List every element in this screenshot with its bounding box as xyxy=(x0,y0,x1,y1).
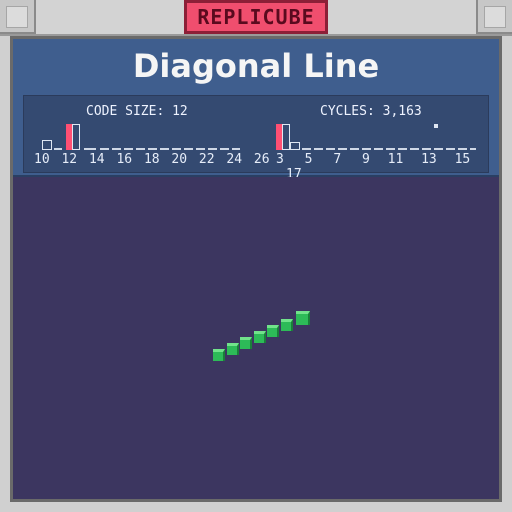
voxel-cube xyxy=(227,343,239,355)
tick-label: 18 xyxy=(143,152,160,167)
cycles-histogram xyxy=(270,122,480,150)
tick-label: 13 xyxy=(421,152,437,167)
code-size-histogram xyxy=(38,122,240,150)
voxel-cube xyxy=(267,325,279,337)
histogram-bar xyxy=(54,148,62,150)
histogram-baseline xyxy=(100,148,240,150)
code-size-axis: 10 12 14 16 18 20 22 24 26 xyxy=(34,152,270,167)
level-title: Diagonal Line xyxy=(132,47,380,85)
voxel-cube xyxy=(254,331,266,343)
histogram-bar xyxy=(282,124,290,150)
voxel-board[interactable] xyxy=(13,177,499,499)
tick-label: 26 xyxy=(253,152,270,167)
tick-label: 14 xyxy=(88,152,105,167)
tick-label: 20 xyxy=(171,152,188,167)
tick-label: 7 xyxy=(333,152,342,167)
histogram-bar xyxy=(290,142,300,150)
stats-panel: CODE SIZE: 12 10 12 14 16 18 20 22 24 26… xyxy=(23,95,489,182)
square-icon xyxy=(6,6,28,28)
histogram-baseline xyxy=(302,148,476,150)
app-title: REPLICUBE xyxy=(184,0,328,34)
voxel-cube xyxy=(240,337,252,349)
tick-label: 3 xyxy=(276,152,284,167)
histogram-bar xyxy=(72,124,80,150)
tick-label: 22 xyxy=(198,152,215,167)
window-control-left[interactable] xyxy=(0,0,36,34)
game-frame: REPLICUBE Diagonal Line CODE SIZE: 12 10 xyxy=(0,0,512,512)
tick-label: 10 xyxy=(34,152,50,167)
tick-label: 12 xyxy=(61,152,78,167)
tick-label: 5 xyxy=(304,152,313,167)
top-bar: REPLICUBE xyxy=(0,0,512,36)
code-size-label: CODE SIZE: 12 xyxy=(86,104,188,119)
left-bezel xyxy=(0,36,10,502)
histogram-bar xyxy=(42,140,52,150)
window-control-right[interactable] xyxy=(476,0,512,34)
voxel-cube xyxy=(281,319,293,331)
tick-label: 9 xyxy=(361,152,370,167)
voxel-cube xyxy=(213,349,225,361)
voxel-cube xyxy=(296,311,310,325)
tick-label: 16 xyxy=(116,152,133,167)
bottom-bezel xyxy=(0,502,512,512)
square-icon xyxy=(484,6,506,28)
level-header: Diagonal Line CODE SIZE: 12 10 12 14 16 xyxy=(13,39,499,182)
tick-label: 24 xyxy=(226,152,243,167)
right-bezel xyxy=(502,36,512,502)
tick-label: 15 xyxy=(454,152,471,167)
tick-label: 11 xyxy=(387,152,404,167)
level-window: Diagonal Line CODE SIZE: 12 10 12 14 16 xyxy=(10,36,502,502)
histogram-bar xyxy=(84,148,96,150)
cycles-label: CYCLES: 3,163 xyxy=(320,104,422,119)
